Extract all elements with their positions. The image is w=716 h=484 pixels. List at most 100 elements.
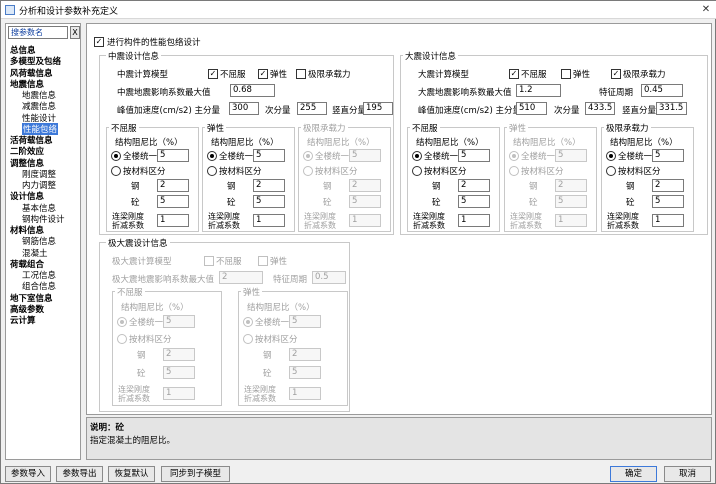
steel-input[interactable]: 2 <box>157 179 189 192</box>
concrete-input[interactable]: 5 <box>458 195 490 208</box>
tree-item[interactable]: 总信息 <box>10 44 36 56</box>
uniform-radio[interactable] <box>243 317 253 327</box>
by-material-radio[interactable] <box>509 166 519 176</box>
ok-button[interactable]: 确定 <box>610 466 657 482</box>
mid-peak-sub-input[interactable]: 255 <box>297 102 327 115</box>
steel-input[interactable]: 2 <box>253 179 285 192</box>
clear-search-button[interactable]: X <box>70 26 80 39</box>
mid-peak-main-input[interactable]: 300 <box>229 102 259 115</box>
import-button[interactable]: 参数导入 <box>5 466 51 482</box>
coupling-input[interactable]: 1 <box>253 214 285 227</box>
tree-item[interactable]: 钢筋信息 <box>22 235 56 247</box>
tree-item[interactable]: 活荷载信息 <box>10 134 53 146</box>
uniform-input[interactable]: 5 <box>163 315 195 328</box>
uniform-radio[interactable] <box>509 151 519 161</box>
coupling-input[interactable]: 1 <box>163 387 195 400</box>
tree-item[interactable]: 高级参数 <box>10 303 44 315</box>
tree-item[interactable]: 设计信息 <box>10 190 44 202</box>
tree-item[interactable]: 风荷载信息 <box>10 67 53 79</box>
coupling-input[interactable]: 1 <box>458 214 490 227</box>
by-material-radio[interactable] <box>412 166 422 176</box>
by-material-radio[interactable] <box>207 166 217 176</box>
big-opt2-checkbox[interactable] <box>561 69 571 79</box>
restore-default-button[interactable]: 恢复默认 <box>108 466 155 482</box>
extreme-opt2-checkbox[interactable] <box>258 256 268 266</box>
tree-item[interactable]: 地下室信息 <box>10 292 53 304</box>
uniform-input[interactable]: 5 <box>253 149 285 162</box>
extreme-opt1-checkbox[interactable] <box>204 256 214 266</box>
uniform-input[interactable]: 5 <box>349 149 381 162</box>
big-peak-main-input[interactable]: 510 <box>516 102 547 115</box>
by-material-radio[interactable] <box>117 334 127 344</box>
concrete-input[interactable]: 5 <box>555 195 587 208</box>
tree-item[interactable]: 云计算 <box>10 314 36 326</box>
envelope-checkbox[interactable]: ✓ <box>94 37 104 47</box>
big-peak-vert-input[interactable]: 331.5 <box>656 102 687 115</box>
mid-opt1-checkbox[interactable]: ✓ <box>208 69 218 79</box>
steel-input[interactable]: 2 <box>349 179 381 192</box>
mid-opt3-checkbox[interactable] <box>296 69 306 79</box>
uniform-radio[interactable] <box>111 151 121 161</box>
mid-alpha-input[interactable]: 0.68 <box>230 84 275 97</box>
export-button[interactable]: 参数导出 <box>56 466 103 482</box>
tree-item[interactable]: 工况信息 <box>22 269 56 281</box>
concrete-input[interactable]: 5 <box>349 195 381 208</box>
tree-item[interactable]: 荷载组合 <box>10 258 44 270</box>
uniform-input[interactable]: 5 <box>555 149 587 162</box>
uniform-radio[interactable] <box>117 317 127 327</box>
big-alpha-input[interactable]: 1.2 <box>516 84 561 97</box>
steel-input[interactable]: 2 <box>652 179 684 192</box>
big-period-input[interactable]: 0.45 <box>641 84 683 97</box>
uniform-radio[interactable] <box>606 151 616 161</box>
uniform-input[interactable]: 5 <box>289 315 321 328</box>
coupling-input[interactable]: 1 <box>555 214 587 227</box>
uniform-radio[interactable] <box>207 151 217 161</box>
tree-item[interactable]: 混凝土 <box>22 247 48 259</box>
concrete-input[interactable]: 5 <box>652 195 684 208</box>
uniform-input[interactable]: 5 <box>157 149 189 162</box>
uniform-radio[interactable] <box>412 151 422 161</box>
big-opt3-checkbox[interactable]: ✓ <box>611 69 621 79</box>
steel-input[interactable]: 2 <box>289 348 321 361</box>
coupling-input[interactable]: 1 <box>652 214 684 227</box>
tree-item[interactable]: 减震信息 <box>22 100 56 112</box>
tree-item[interactable]: 组合信息 <box>22 280 56 292</box>
close-icon[interactable]: ✕ <box>699 3 713 17</box>
big-peak-sub-input[interactable]: 433.5 <box>585 102 615 115</box>
concrete-input[interactable]: 5 <box>163 366 195 379</box>
coupling-input[interactable]: 1 <box>289 387 321 400</box>
cancel-button[interactable]: 取消 <box>664 466 711 482</box>
concrete-input[interactable]: 5 <box>157 195 189 208</box>
extreme-alpha-input[interactable]: 2 <box>219 271 263 284</box>
uniform-input[interactable]: 5 <box>458 149 490 162</box>
by-material-radio[interactable] <box>243 334 253 344</box>
by-material-radio[interactable] <box>606 166 616 176</box>
steel-input[interactable]: 2 <box>458 179 490 192</box>
tree-item[interactable]: 性能包络 <box>22 122 59 135</box>
mid-peak-vert-input[interactable]: 195 <box>363 102 393 115</box>
tree-item[interactable]: 材料信息 <box>10 224 44 236</box>
coupling-input[interactable]: 1 <box>157 214 189 227</box>
tree-item[interactable]: 内力调整 <box>22 179 56 191</box>
tree-item[interactable]: 刚度调整 <box>22 168 56 180</box>
tree-item[interactable]: 调整信息 <box>10 157 44 169</box>
by-material-radio[interactable] <box>111 166 121 176</box>
search-input[interactable]: 搜参数名 <box>8 26 68 39</box>
tree-item[interactable]: 性能设计 <box>22 112 56 124</box>
by-material-radio[interactable] <box>303 166 313 176</box>
tree-item[interactable]: 地震信息 <box>10 78 44 90</box>
concrete-input[interactable]: 5 <box>253 195 285 208</box>
mid-opt2-checkbox[interactable]: ✓ <box>258 69 268 79</box>
concrete-input[interactable]: 5 <box>289 366 321 379</box>
uniform-input[interactable]: 5 <box>652 149 684 162</box>
coupling-input[interactable]: 1 <box>349 214 381 227</box>
big-opt1-checkbox[interactable]: ✓ <box>509 69 519 79</box>
steel-input[interactable]: 2 <box>163 348 195 361</box>
steel-input[interactable]: 2 <box>555 179 587 192</box>
tree-item[interactable]: 基本信息 <box>22 202 56 214</box>
extreme-period-input[interactable]: 0.5 <box>312 271 346 284</box>
sync-submodel-button[interactable]: 同步到子模型 <box>161 466 230 482</box>
tree-item[interactable]: 二阶效应 <box>10 145 44 157</box>
tree-item[interactable]: 多模型及包络 <box>10 55 61 67</box>
tree-item[interactable]: 钢构件设计 <box>22 213 65 225</box>
